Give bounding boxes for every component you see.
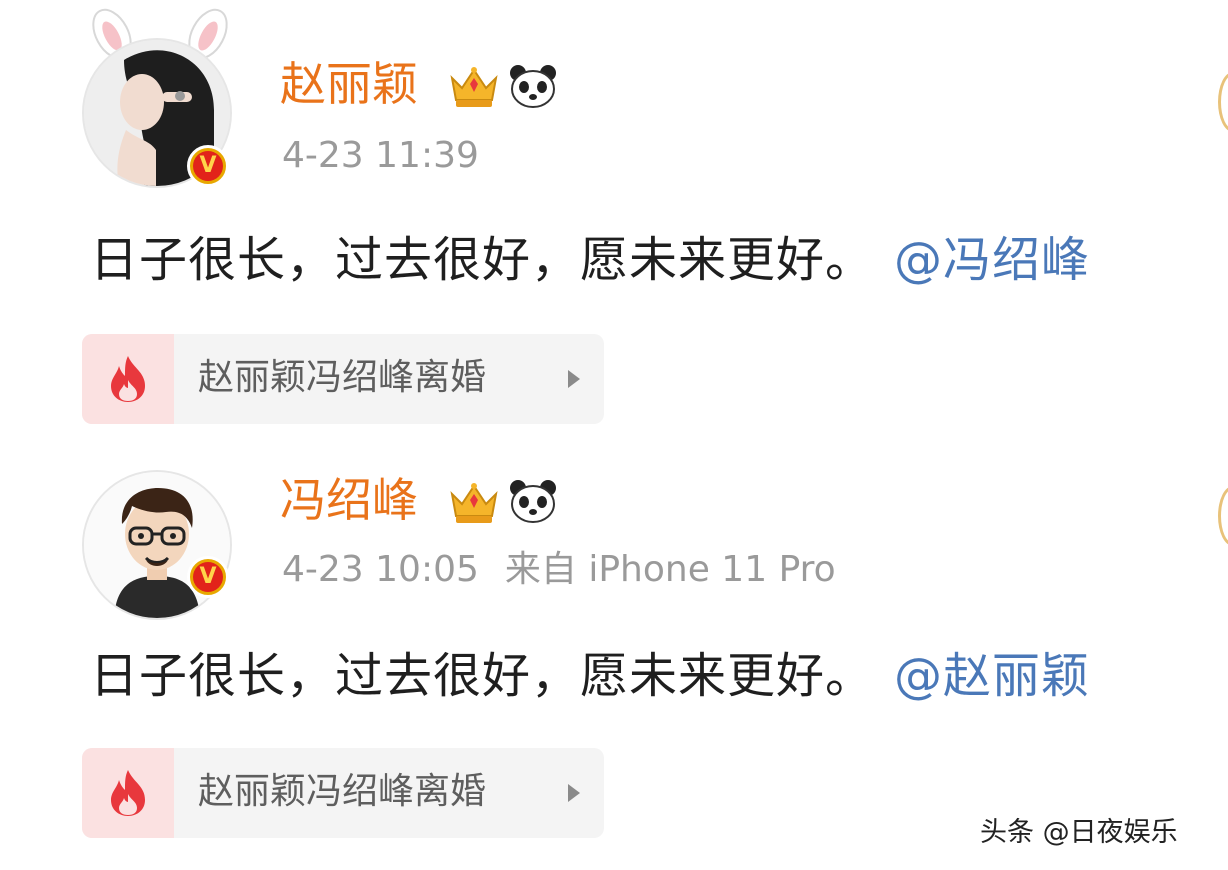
weibo-post: V 赵丽颖 4-23 11:39 日子很长，过去很好，愿未来更好。 @冯绍峰 赵… — [0, 0, 1228, 440]
verified-v-icon: V — [187, 145, 229, 187]
crown-icon — [450, 67, 498, 107]
topic-label: 赵丽颖冯绍峰离婚 — [198, 771, 487, 812]
hot-topic-card[interactable]: 赵丽颖冯绍峰离婚 — [82, 748, 604, 838]
post-meta: 4-23 10:05 来自 iPhone 11 Pro — [282, 548, 836, 592]
panda-icon — [510, 65, 556, 108]
crown-icon — [450, 483, 498, 523]
follow-button-edge[interactable] — [1218, 486, 1228, 546]
topic-label: 赵丽颖冯绍峰离婚 — [198, 357, 487, 398]
post-text: 日子很长，过去很好，愿未来更好。 — [90, 232, 875, 288]
mention-link[interactable]: @赵丽颖 — [894, 648, 1090, 704]
fire-icon-box — [82, 334, 174, 424]
watermark: 头条 @日夜娱乐 — [980, 817, 1178, 848]
post-source: 来自 iPhone 11 Pro — [504, 549, 836, 590]
hot-topic-card[interactable]: 赵丽颖冯绍峰离婚 — [82, 334, 604, 424]
post-text: 日子很长，过去很好，愿未来更好。 — [90, 648, 875, 704]
fire-icon — [111, 770, 145, 816]
post-time[interactable]: 4-23 10:05 — [282, 549, 479, 590]
post-content: 日子很长，过去很好，愿未来更好。 @赵丽颖 — [90, 646, 1090, 706]
username[interactable]: 冯绍峰 — [280, 472, 418, 528]
play-arrow-icon — [568, 370, 580, 388]
mention-link[interactable]: @冯绍峰 — [894, 232, 1090, 288]
fire-icon — [111, 356, 145, 402]
username[interactable]: 赵丽颖 — [280, 56, 418, 112]
weibo-post: V 冯绍峰 4-23 10:05 来自 iPhone 11 Pro 日子很长，过去… — [0, 440, 1228, 870]
post-time[interactable]: 4-23 11:39 — [282, 135, 479, 176]
play-arrow-icon — [568, 784, 580, 802]
verified-v-icon: V — [187, 556, 229, 598]
weibo-screenshot: V 赵丽颖 4-23 11:39 日子很长，过去很好，愿未来更好。 @冯绍峰 赵… — [0, 0, 1228, 870]
fire-icon-box — [82, 748, 174, 838]
panda-icon — [510, 480, 556, 523]
post-content: 日子很长，过去很好，愿未来更好。 @冯绍峰 — [90, 230, 1090, 290]
post-meta: 4-23 11:39 — [282, 134, 505, 178]
follow-button-edge[interactable] — [1218, 72, 1228, 132]
